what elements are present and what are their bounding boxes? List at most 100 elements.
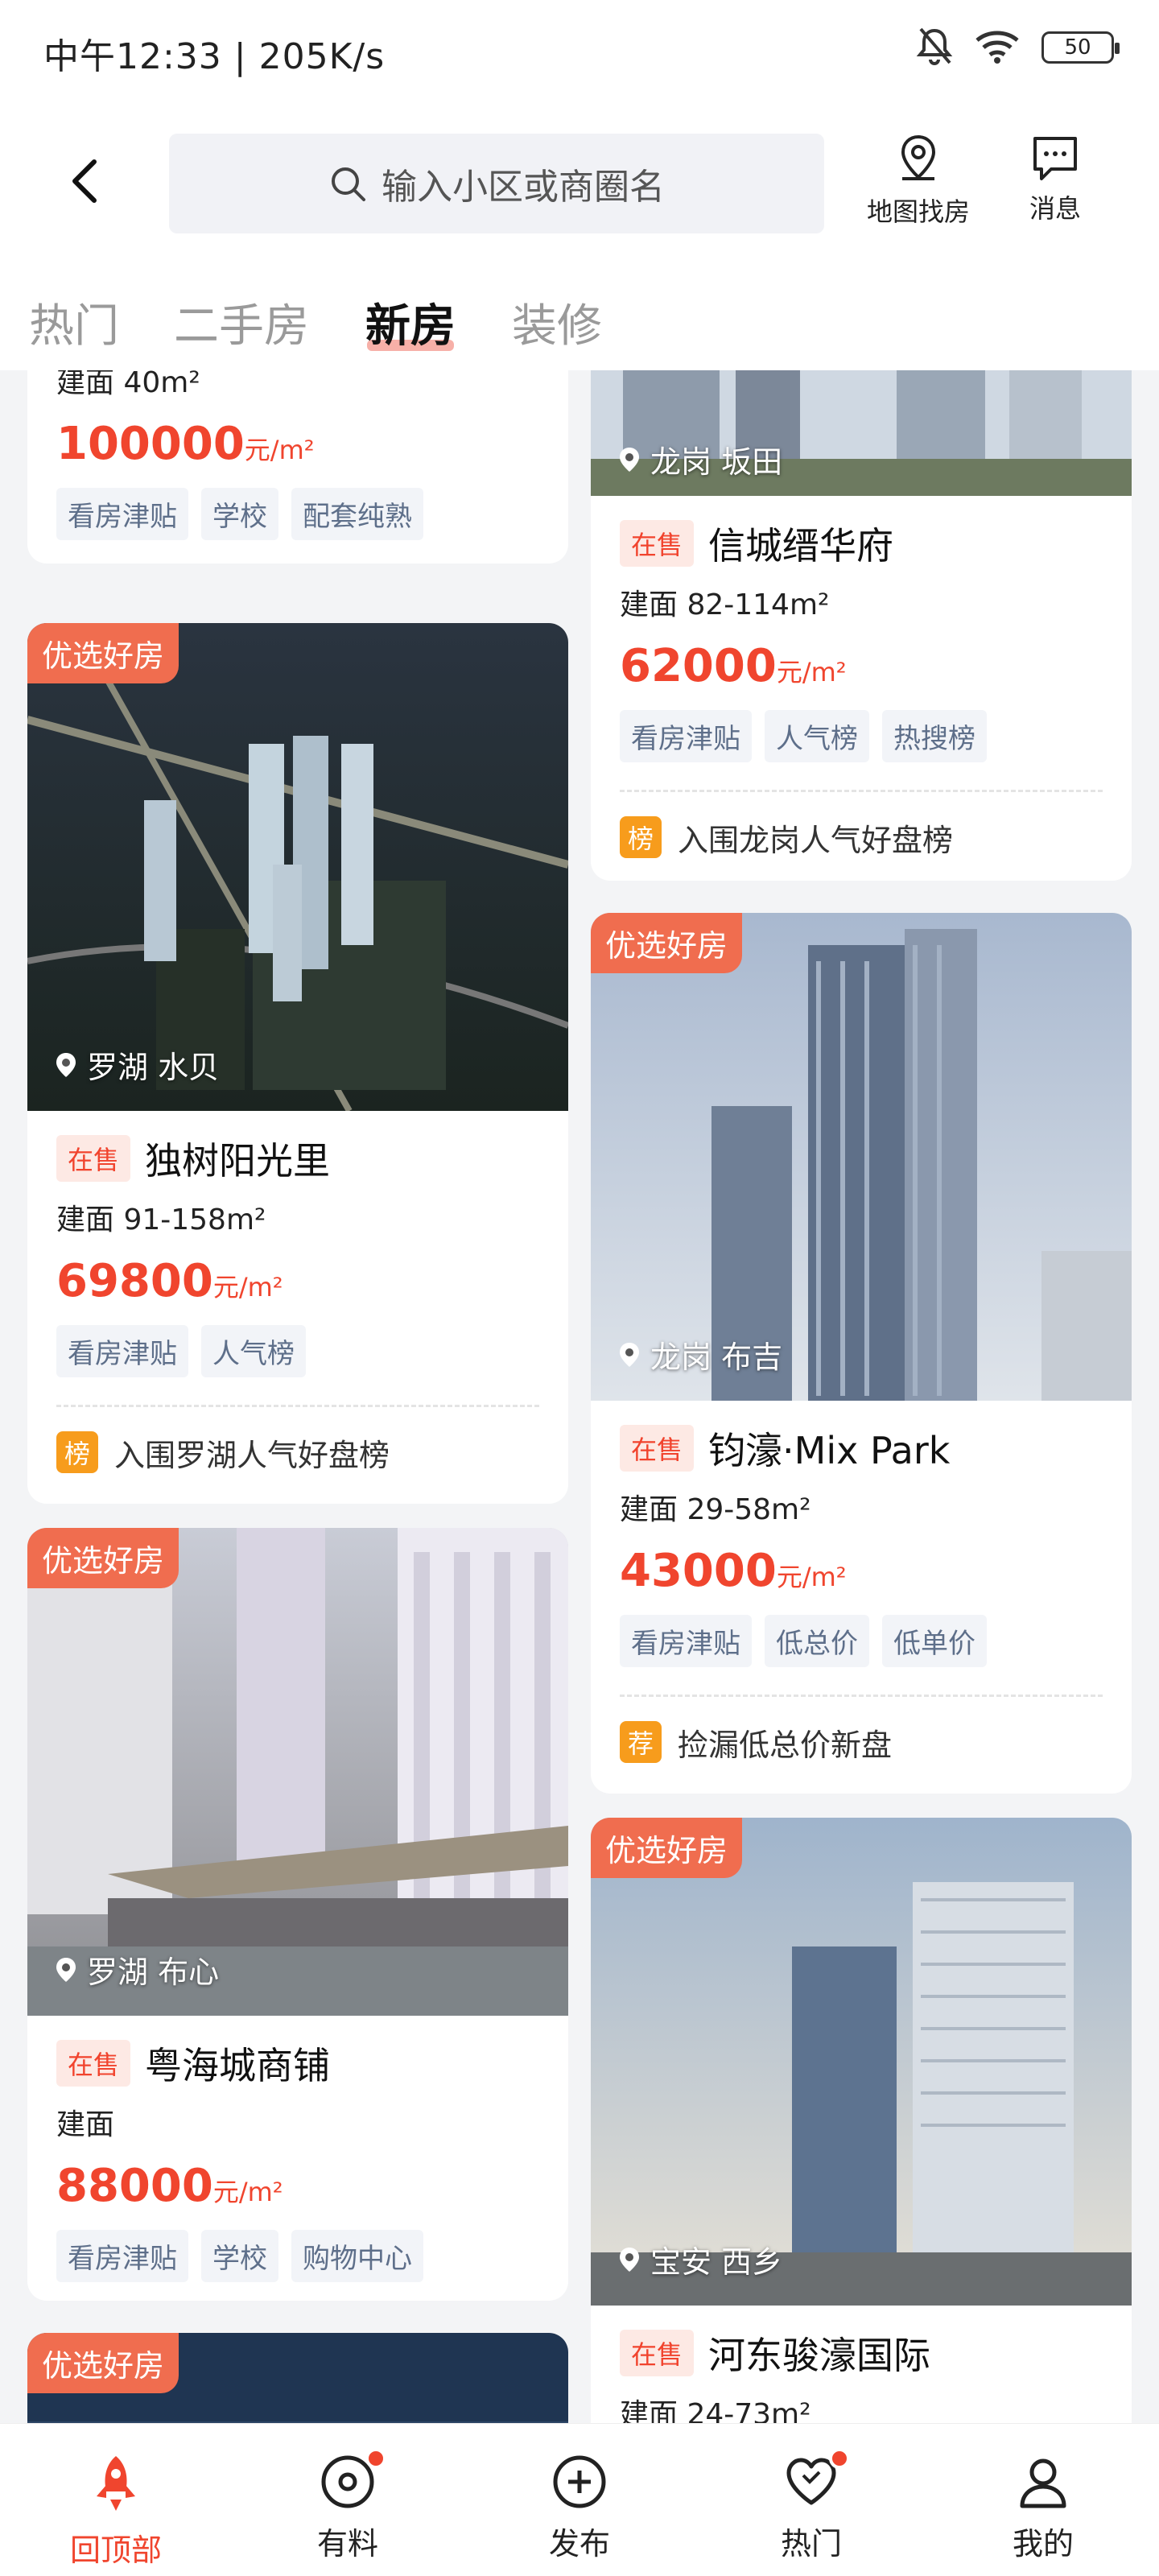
tag: 学校 xyxy=(201,2230,278,2282)
listing-card[interactable]: 优选好房 罗湖 水贝 在售 独树阳光里 建面 91-158m² 69800元/m… xyxy=(27,623,568,1504)
tab-decoration[interactable]: 装修 xyxy=(512,290,602,355)
map-search-label: 地图找房 xyxy=(866,196,970,227)
status-badge: 在售 xyxy=(620,1425,695,1472)
rank-text: 入围罗湖人气好盘榜 xyxy=(114,1437,390,1473)
nav-profile[interactable]: 我的 xyxy=(963,2453,1124,2563)
listing-tags: 看房津贴 低总价 低单价 xyxy=(620,1615,1103,1667)
price-unit: 元/m² xyxy=(212,2177,283,2207)
listing-name: 粤海城商铺 xyxy=(145,2044,331,2087)
featured-badge: 优选好房 xyxy=(591,913,743,973)
map-search-button[interactable]: 地图找房 xyxy=(858,134,979,238)
location-pin-icon xyxy=(56,1052,76,1077)
nav-feed[interactable]: 有料 xyxy=(267,2448,428,2563)
messages-button[interactable]: 消息 xyxy=(995,134,1116,238)
listing-photo: 优选好房 罗湖 布心 xyxy=(27,1528,568,2016)
tab-hot[interactable]: 热门 xyxy=(29,290,119,355)
listing-location: 罗湖 布心 xyxy=(55,1947,219,1992)
status-icons: 50 xyxy=(916,26,1120,69)
listing-location: 龙岗 坂田 xyxy=(618,437,782,481)
listing-card[interactable]: 优选好房 罗湖 布心 在售 粤海城商铺 建面 88000元/m² 看房津贴 学校 xyxy=(27,1528,568,2301)
rank-row[interactable]: 榜 入围罗湖人气好盘榜 xyxy=(56,1407,539,1497)
listing-title-row: 在售 独树阳光里 xyxy=(56,1129,539,1188)
listing-area: 建面 91-158m² xyxy=(56,1203,266,1236)
listing-price: 43000元/m² xyxy=(620,1539,1103,1604)
nav-hot[interactable]: 热门 xyxy=(731,2448,892,2563)
status-bar: 中午12:33 | 205K/s 50 xyxy=(0,0,1159,105)
rank-badge-icon: 榜 xyxy=(56,1431,98,1473)
listing-tags: 看房津贴 学校 配套纯熟 xyxy=(56,488,539,540)
featured-badge: 优选好房 xyxy=(27,1528,179,1588)
listing-area: 建面 29-58m² xyxy=(620,1493,811,1526)
message-icon xyxy=(1033,137,1077,180)
tag: 看房津贴 xyxy=(620,710,752,762)
status-time: 中午12:33 | 205K/s xyxy=(43,36,386,77)
price-number: 43000 xyxy=(620,1545,777,1597)
location-text: 罗湖 布心 xyxy=(87,1955,220,1990)
tag: 人气榜 xyxy=(201,1325,306,1377)
nav-label: 发布 xyxy=(548,2526,610,2562)
rocket-icon xyxy=(97,2456,135,2511)
listing-location: 宝安 西乡 xyxy=(618,2237,782,2281)
status-badge: 在售 xyxy=(56,1135,131,1182)
nav-publish[interactable]: 发布 xyxy=(499,2453,660,2563)
location-pin-icon xyxy=(620,1342,639,1367)
listing-tags: 看房津贴 人气榜 xyxy=(56,1325,539,1377)
listing-card[interactable]: 优选好房 xyxy=(27,2333,568,2423)
price-number: 69800 xyxy=(56,1255,213,1307)
listing-price: 62000元/m² xyxy=(620,634,1103,699)
status-badge: 在售 xyxy=(620,520,695,567)
featured-badge: 优选好房 xyxy=(27,623,179,683)
nav-back-to-top[interactable]: 回顶部 xyxy=(35,2453,196,2570)
price-number: 62000 xyxy=(620,640,777,692)
listing-feed[interactable]: 建面 40m² 100000元/m² 看房津贴 学校 配套纯熟 优选好房 罗湖 … xyxy=(0,370,1159,2423)
tab-new-homes[interactable]: 新房 xyxy=(365,290,456,355)
listing-card[interactable]: 优选好房 龙岗 布吉 在售 钧濠·Mix Park 建面 29-58m² 430… xyxy=(591,913,1132,1794)
listing-price: 100000元/m² xyxy=(56,412,539,477)
rank-row[interactable]: 荐 捡漏低总价新盘 xyxy=(620,1697,1103,1787)
tag: 学校 xyxy=(201,488,278,540)
featured-badge: 优选好房 xyxy=(591,1818,743,1878)
location-text: 龙岗 布吉 xyxy=(650,1340,783,1375)
price-unit: 元/m² xyxy=(776,657,847,687)
tag: 热搜榜 xyxy=(882,710,987,762)
nav-label: 回顶部 xyxy=(69,2533,162,2568)
tag: 看房津贴 xyxy=(56,1325,188,1377)
location-text: 宝安 西乡 xyxy=(650,2244,783,2280)
listing-card[interactable]: 优选好房 宝安 西乡 在售 河东骏濠国际 建面 24-73m² xyxy=(591,1818,1132,2423)
messages-label: 消息 xyxy=(1029,193,1081,224)
location-text: 罗湖 水贝 xyxy=(87,1050,220,1085)
search-input[interactable]: 输入小区或商圈名 xyxy=(169,134,824,233)
rank-row[interactable]: 榜 入围龙岗人气好盘榜 xyxy=(620,792,1103,881)
listing-photo: 优选好房 罗湖 水贝 xyxy=(27,623,568,1111)
search-placeholder: 输入小区或商圈名 xyxy=(382,167,665,208)
listing-card[interactable]: 建面 40m² 100000元/m² 看房津贴 学校 配套纯熟 xyxy=(27,370,568,564)
tag: 购物中心 xyxy=(291,2230,423,2282)
rank-text: 入围龙岗人气好盘榜 xyxy=(678,822,954,858)
listing-name: 河东骏濠国际 xyxy=(708,2334,931,2377)
tag: 看房津贴 xyxy=(56,2230,188,2282)
listing-title-row: 在售 河东骏濠国际 xyxy=(620,2323,1103,2383)
price-unit: 元/m² xyxy=(212,1272,283,1302)
price-number: 88000 xyxy=(56,2160,213,2212)
listing-title-row: 在售 粤海城商铺 xyxy=(56,2033,539,2093)
location-pin-icon xyxy=(56,1957,76,1982)
nav-label: 有料 xyxy=(316,2526,378,2562)
tag: 低单价 xyxy=(882,1615,987,1667)
tab-second-hand[interactable]: 二手房 xyxy=(174,290,309,355)
listing-photo: 优选好房 龙岗 布吉 xyxy=(591,913,1132,1401)
battery-icon: 50 xyxy=(1041,31,1120,64)
user-icon xyxy=(1020,2458,1066,2508)
listing-card[interactable]: 龙岗 坂田 在售 信城缙华府 建面 82-114m² 62000元/m² 看房津… xyxy=(591,370,1132,881)
listing-photo: 优选好房 xyxy=(27,2333,568,2423)
back-button[interactable] xyxy=(56,153,113,209)
listing-area: 建面 82-114m² xyxy=(620,588,830,621)
price-number: 100000 xyxy=(56,418,245,470)
search-icon xyxy=(332,167,365,201)
mute-bell-icon xyxy=(916,26,953,69)
listing-title-row: 在售 信城缙华府 xyxy=(620,514,1103,573)
chevron-left-icon xyxy=(72,159,97,203)
price-unit: 元/m² xyxy=(244,435,315,465)
status-badge: 在售 xyxy=(56,2040,131,2087)
category-tabs: 热门 二手房 新房 装修 xyxy=(0,282,1159,362)
listing-tags: 看房津贴 人气榜 热搜榜 xyxy=(620,710,1103,762)
